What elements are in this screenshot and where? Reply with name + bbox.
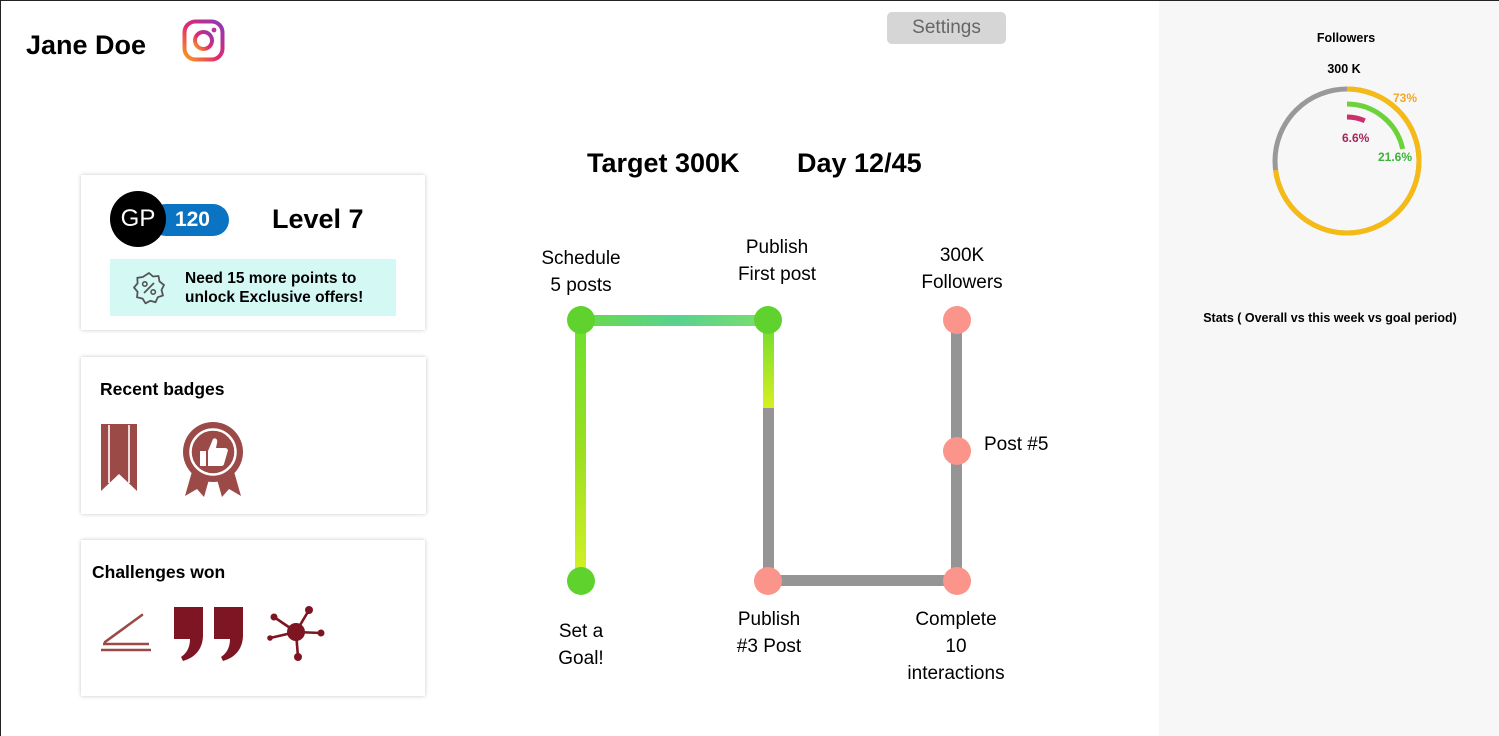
challenges-title: Challenges won xyxy=(92,562,226,582)
ring-overall-label: 73% xyxy=(1393,91,1418,105)
milestone-label-third-post: Publish #3 Post xyxy=(709,606,829,660)
ring-goal-arc xyxy=(1346,114,1366,124)
milestone-label-goal: Set a Goal! xyxy=(531,618,631,672)
milestone-label-line: First post xyxy=(737,264,817,285)
milestone-dot-goal[interactable] xyxy=(567,567,595,595)
instagram-icon[interactable] xyxy=(182,19,225,62)
milestone-label-line: interactions xyxy=(907,663,1005,684)
milestone-label-schedule: Schedule 5 posts xyxy=(521,245,641,299)
offer-line-2: unlock Exclusive offers! xyxy=(185,289,364,306)
thumbs-up-rosette-icon[interactable] xyxy=(179,418,247,498)
milestone-label-line: Post #5 xyxy=(984,434,1049,455)
ring-goal-label: 6.6% xyxy=(1342,131,1370,145)
user-name: Jane Doe xyxy=(26,30,147,60)
milestone-label-line: Complete xyxy=(915,609,997,630)
milestone-label-line: Set a xyxy=(558,621,604,642)
milestone-label-line: 10 xyxy=(945,636,967,657)
milestone-label-first-post: Publish First post xyxy=(717,234,837,288)
writing-icon[interactable] xyxy=(100,611,152,655)
milestone-dot-followers[interactable] xyxy=(943,306,971,334)
milestone-done[interactable] xyxy=(754,306,782,334)
target-label: Target 300K xyxy=(587,148,740,178)
milestone-label-line: #3 Post xyxy=(736,636,802,657)
avatar[interactable]: GP xyxy=(110,191,166,247)
milestone-dot-post-5[interactable] xyxy=(943,437,971,465)
milestone-done[interactable] xyxy=(567,306,595,334)
milestone-label-line: 300K xyxy=(939,245,985,266)
milestone-dot-first-post[interactable] xyxy=(754,306,782,334)
settings-button[interactable]: Settings xyxy=(887,12,1006,44)
offer-line-1: Need 15 more points to xyxy=(185,270,357,287)
milestone-dot-schedule[interactable] xyxy=(567,306,595,334)
recent-badges-title: Recent badges xyxy=(100,379,225,399)
milestone-label-line: Goal! xyxy=(558,648,604,669)
milestone-label-line: Publish xyxy=(745,237,809,258)
milestone-label-line: Followers xyxy=(921,272,1003,293)
ring-week-label: 21.6% xyxy=(1378,150,1413,164)
followers-title: Followers xyxy=(1316,31,1376,45)
milestone-dot-interactions[interactable] xyxy=(943,567,971,595)
bookmark-ribbon-icon[interactable] xyxy=(100,423,138,493)
milestone-label-line: Schedule xyxy=(541,248,621,269)
milestone-done[interactable] xyxy=(567,567,595,595)
discount-badge-icon xyxy=(132,271,166,305)
stats-caption: Stats ( Overall vs this week vs goal per… xyxy=(1203,311,1457,325)
day-counter: Day 12/45 xyxy=(797,148,922,178)
milestone-label-line: Publish xyxy=(737,609,801,630)
quote-marks-icon[interactable] xyxy=(172,605,246,663)
followers-total: 300 K xyxy=(1327,62,1361,76)
roadmap-path xyxy=(567,306,971,595)
milestone-label-followers: 300K Followers xyxy=(902,242,1022,296)
level-label: Level 7 xyxy=(272,204,364,234)
milestone-label-line: 5 posts xyxy=(550,275,612,296)
milestone-label-post-5: Post #5 xyxy=(984,431,1048,458)
milestone-label-interactions: Complete 10 interactions xyxy=(886,606,1026,687)
milestone-dot-third-post[interactable] xyxy=(754,567,782,595)
offer-text: Need 15 more points to unlock Exclusive … xyxy=(185,269,363,307)
network-icon[interactable] xyxy=(267,605,325,661)
